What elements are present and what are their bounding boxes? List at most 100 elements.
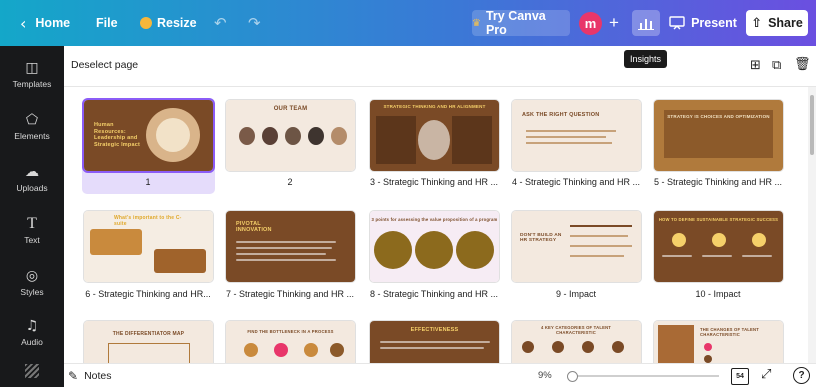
share-label: Share — [768, 16, 803, 30]
page-caption: 4 - Strategic Thinking and HR ... — [512, 177, 640, 187]
slide-title: HOW TO DEFINE SUSTAINABLE STRATEGIC SUCC… — [658, 217, 779, 222]
file-menu-button[interactable]: File — [96, 0, 118, 46]
page-thumbnail-14[interactable]: 4 KEY CATEGORIES OF TALENT CHARACTERISTI… — [512, 321, 641, 363]
avatar-letter: m — [584, 16, 597, 31]
page-grid: Human Resources: Leadership and Strategi… — [64, 87, 808, 363]
bottom-bar: ✎ Notes 9% 54 ⤢ ? — [64, 363, 816, 388]
sidebar-item-elements[interactable]: ⬠ Elements — [0, 102, 64, 150]
page-caption: 5 - Strategic Thinking and HR ... — [654, 177, 782, 187]
sidebar-item-label: Elements — [14, 130, 50, 141]
resize-button[interactable]: Resize — [140, 0, 197, 46]
share-button[interactable]: ⇧ Share — [746, 10, 808, 36]
more-apps-icon[interactable] — [25, 364, 39, 378]
page-toolbar: Deselect page ⊞ ⧉ 🗑 — [64, 46, 816, 87]
insights-tooltip: Insights — [624, 50, 668, 68]
page-caption: 2 — [287, 177, 293, 187]
present-button[interactable]: Present — [668, 10, 738, 36]
sidebar-item-uploads[interactable]: ☁ Uploads — [0, 154, 64, 202]
slide-title: DON'T BUILD AN HR STRATEGY — [520, 233, 562, 243]
crown-icon: ♛ — [472, 17, 481, 29]
slide-title: PIVOTAL INNOVATION — [236, 221, 272, 233]
home-label: Home — [35, 16, 71, 30]
user-avatar[interactable]: m — [579, 12, 602, 35]
uploads-icon: ☁ — [25, 163, 39, 180]
trash-icon[interactable]: 🗑 — [794, 57, 811, 72]
page-caption: 8 - Strategic Thinking and HR ... — [370, 289, 498, 299]
templates-icon: ◫ — [25, 59, 39, 76]
try-pro-label: Try Canva Pro — [485, 9, 546, 37]
sidebar-item-label: Uploads — [16, 182, 48, 193]
page-thumbnail-3[interactable]: STRATEGIC THINKING AND HR ALIGNMENT — [370, 100, 499, 171]
page-count-button[interactable]: 54 — [731, 368, 749, 385]
zoom-slider[interactable] — [567, 371, 719, 382]
try-canva-pro-button[interactable]: ♛ Try Canva Pro — [472, 9, 570, 37]
page-caption: 10 - Impact — [695, 289, 741, 299]
page-thumbnail-8[interactable]: 3 points for assessing the value proposi… — [370, 211, 499, 282]
add-page-icon[interactable]: ⊞ — [750, 58, 761, 73]
slide-title: Human Resources: Leadership and Strategi… — [94, 122, 140, 148]
vertical-scrollbar[interactable] — [808, 87, 816, 363]
home-button[interactable]: ‹ Home — [20, 0, 70, 46]
redo-button[interactable]: ↷ — [248, 0, 261, 46]
elements-icon: ⬠ — [25, 111, 39, 128]
sidebar-item-audio[interactable]: ♫ Audio — [0, 308, 64, 356]
redo-icon: ↷ — [248, 14, 261, 32]
duplicate-page-icon[interactable]: ⧉ — [772, 58, 781, 73]
page-thumbnail-15[interactable]: THE CHANGES OF TALENT CHARACTERISTIC — [654, 321, 783, 363]
slide-title: THE CHANGES OF TALENT CHARACTERISTIC — [700, 327, 760, 337]
zoom-slider-handle[interactable] — [567, 371, 578, 382]
page-caption: 1 — [145, 177, 151, 187]
audio-icon: ♫ — [25, 317, 39, 334]
page-caption: 6 - Strategic Thinking and HR... — [85, 289, 211, 299]
notes-icon: ✎ — [68, 369, 79, 383]
sidebar-item-label: Styles — [20, 286, 44, 297]
resize-label: Resize — [157, 16, 197, 30]
help-icon: ? — [798, 370, 805, 381]
sidebar-item-styles[interactable]: ◎ Styles — [0, 258, 64, 306]
deselect-page-button[interactable]: Deselect page — [71, 59, 138, 71]
notes-button[interactable]: ✎ Notes — [68, 369, 112, 383]
page-thumbnail-6[interactable]: What's important to the C-suite — [84, 211, 213, 282]
styles-icon: ◎ — [25, 267, 39, 284]
top-toolbar: ‹ Home File Resize ↶ ↷ ♛ Try Canva Pro m… — [0, 0, 816, 46]
present-label: Present — [691, 16, 737, 30]
page-thumbnail-9[interactable]: DON'T BUILD AN HR STRATEGY — [512, 211, 641, 282]
page-thumbnail-2[interactable]: OUR TEAM — [226, 100, 355, 171]
page-thumbnail-4[interactable]: ASK THE RIGHT QUESTION — [512, 100, 641, 171]
page-count: 54 — [736, 373, 744, 380]
tooltip-text: Insights — [630, 54, 662, 64]
fullscreen-icon[interactable]: ⤢ — [761, 367, 771, 382]
slide-title: THE DIFFERENTIATOR MAP — [112, 331, 185, 337]
left-sidebar: ◫ Templates ⬠ Elements ☁ Uploads T Text … — [0, 46, 64, 387]
page-caption: 9 - Impact — [555, 289, 596, 299]
page-thumbnail-11[interactable]: THE DIFFERENTIATOR MAP — [84, 321, 213, 363]
help-button[interactable]: ? — [793, 367, 810, 384]
slide-title: EFFECTIVENESS — [410, 327, 459, 333]
insights-button[interactable] — [632, 10, 660, 36]
slide-title: OUR TEAM — [273, 106, 308, 112]
page-thumbnail-1[interactable]: Human Resources: Leadership and Strategi… — [84, 100, 213, 171]
page-thumbnail-7[interactable]: PIVOTAL INNOVATION — [226, 211, 355, 282]
zoom-level: 9% — [538, 370, 552, 381]
undo-button[interactable]: ↶ — [214, 0, 227, 46]
page-caption: 7 - Strategic Thinking and HR ... — [226, 289, 354, 299]
chevron-left-icon: ‹ — [20, 13, 27, 33]
slide-title: 3 points for assessing the value proposi… — [371, 217, 498, 222]
page-thumbnail-12[interactable]: FIND THE BOTTLENECK IN A PROCESS — [226, 321, 355, 363]
page-thumbnail-13[interactable]: EFFECTIVENESS — [370, 321, 499, 363]
page-thumbnail-5[interactable]: STRATEGY IS CHOICES AND OPTIMIZATION — [654, 100, 783, 171]
sidebar-item-text[interactable]: T Text — [0, 206, 64, 254]
sidebar-item-label: Audio — [21, 336, 43, 347]
sidebar-item-label: Templates — [12, 78, 52, 89]
sidebar-item-templates[interactable]: ◫ Templates — [0, 50, 64, 98]
add-collaborator-button[interactable]: + — [606, 12, 622, 34]
bar-chart-icon — [638, 19, 654, 30]
present-icon — [669, 16, 685, 30]
undo-icon: ↶ — [214, 14, 227, 32]
slide-title: STRATEGY IS CHOICES AND OPTIMIZATION — [667, 114, 770, 119]
scrollbar-thumb[interactable] — [810, 95, 814, 155]
page-thumbnail-10[interactable]: HOW TO DEFINE SUSTAINABLE STRATEGIC SUCC… — [654, 211, 783, 282]
slide-title: FIND THE BOTTLENECK IN A PROCESS — [247, 329, 334, 334]
file-label: File — [96, 16, 118, 30]
slide-title: What's important to the C-suite — [114, 215, 182, 227]
